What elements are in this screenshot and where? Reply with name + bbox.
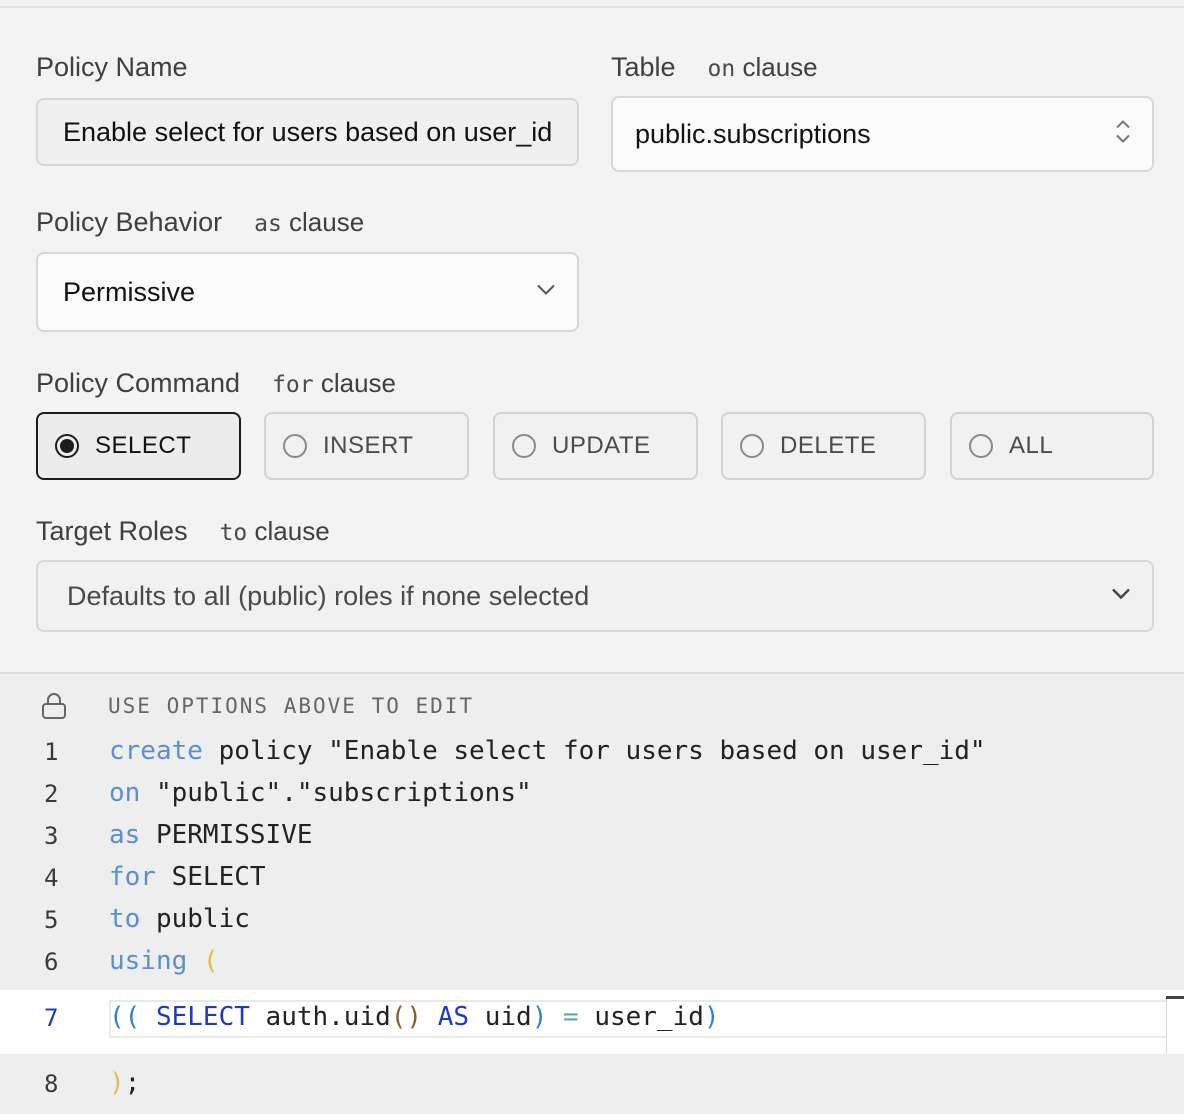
code-line: 6 using ( [0,946,1184,988]
code-text[interactable]: (( SELECT auth.uid() AS uid) = user_id) [109,1002,720,1032]
code-text: on "public"."subscriptions" [109,778,532,808]
behavior-label: Policy Behavior [36,207,223,237]
table-value: public.subscriptions [635,118,871,149]
command-option-label: SELECT [95,432,192,459]
roles-label-row: Target Roles to clause [36,516,330,547]
command-option-insert[interactable]: INSERT [264,412,469,480]
code-line: 2 on "public"."subscriptions" [0,778,1184,820]
command-option-all[interactable]: ALL [950,412,1154,480]
line-number: 4 [44,864,59,892]
chevron-up-down-icon [1114,119,1132,150]
radio-unchecked-icon [740,434,764,458]
table-clause: on clause [707,52,818,82]
command-option-update[interactable]: UPDATE [493,412,698,480]
policy-name-input[interactable]: Enable select for users based on user_id [36,98,579,166]
code-line: 4 for SELECT [0,862,1184,904]
code-text: as PERMISSIVE [109,820,313,850]
line-number: 7 [44,1004,59,1032]
command-option-label: UPDATE [552,432,651,459]
policy-name-label-row: Policy Name [36,52,188,83]
command-option-delete[interactable]: DELETE [721,412,926,480]
table-label: Table [611,52,676,82]
roles-placeholder: Defaults to all (public) roles if none s… [67,580,590,611]
policy-name-label: Policy Name [36,52,188,82]
command-label: Policy Command [36,368,241,398]
line-number: 5 [44,906,59,934]
line-number: 6 [44,948,59,976]
policy-form: Policy Name Enable select for users base… [0,0,1184,672]
code-line-active: 7 (( SELECT auth.uid() AS uid) = user_id… [0,1002,1184,1044]
scrollbar-thumb[interactable] [1166,996,1184,999]
roles-clause: to clause [219,516,330,546]
code-text: to public [109,904,250,934]
behavior-label-row: Policy Behavior as clause [36,207,364,238]
table-label-row: Table on clause [611,52,818,83]
policy-name-value: Enable select for users based on user_id [63,116,553,147]
line-number: 2 [44,780,59,808]
code-text: ); [109,1068,141,1098]
code-text: for SELECT [109,862,266,892]
code-line: 1 create policy "Enable select for users… [0,736,1184,778]
top-divider [0,6,1184,8]
code-line: 3 as PERMISSIVE [0,820,1184,862]
roles-select[interactable]: Defaults to all (public) roles if none s… [36,560,1154,632]
command-option-label: ALL [1009,432,1054,459]
chevron-down-icon [1110,587,1132,606]
radio-unchecked-icon [969,434,993,458]
command-option-label: DELETE [780,432,877,459]
code-line: 8 ); [0,1068,1184,1110]
command-label-row: Policy Command for clause [36,368,396,399]
radio-checked-icon [55,434,79,458]
line-number: 3 [44,822,59,850]
command-option-label: INSERT [323,432,414,459]
command-option-select[interactable]: SELECT [36,412,241,480]
roles-label: Target Roles [36,516,188,546]
code-line: 5 to public [0,904,1184,946]
radio-unchecked-icon [283,434,307,458]
behavior-select[interactable]: Permissive [36,252,579,332]
behavior-clause: as clause [254,207,365,237]
command-clause: for clause [272,368,397,398]
lock-icon [41,692,67,725]
code-text: using ( [109,946,219,976]
edit-hint: USE OPTIONS ABOVE TO EDIT [108,694,475,718]
radio-unchecked-icon [512,434,536,458]
behavior-value: Permissive [63,276,196,307]
chevron-down-icon [535,283,557,302]
line-number: 1 [44,738,59,766]
code-text: create policy "Enable select for users b… [109,736,986,766]
line-number: 8 [44,1070,59,1098]
table-select[interactable]: public.subscriptions [611,96,1154,172]
